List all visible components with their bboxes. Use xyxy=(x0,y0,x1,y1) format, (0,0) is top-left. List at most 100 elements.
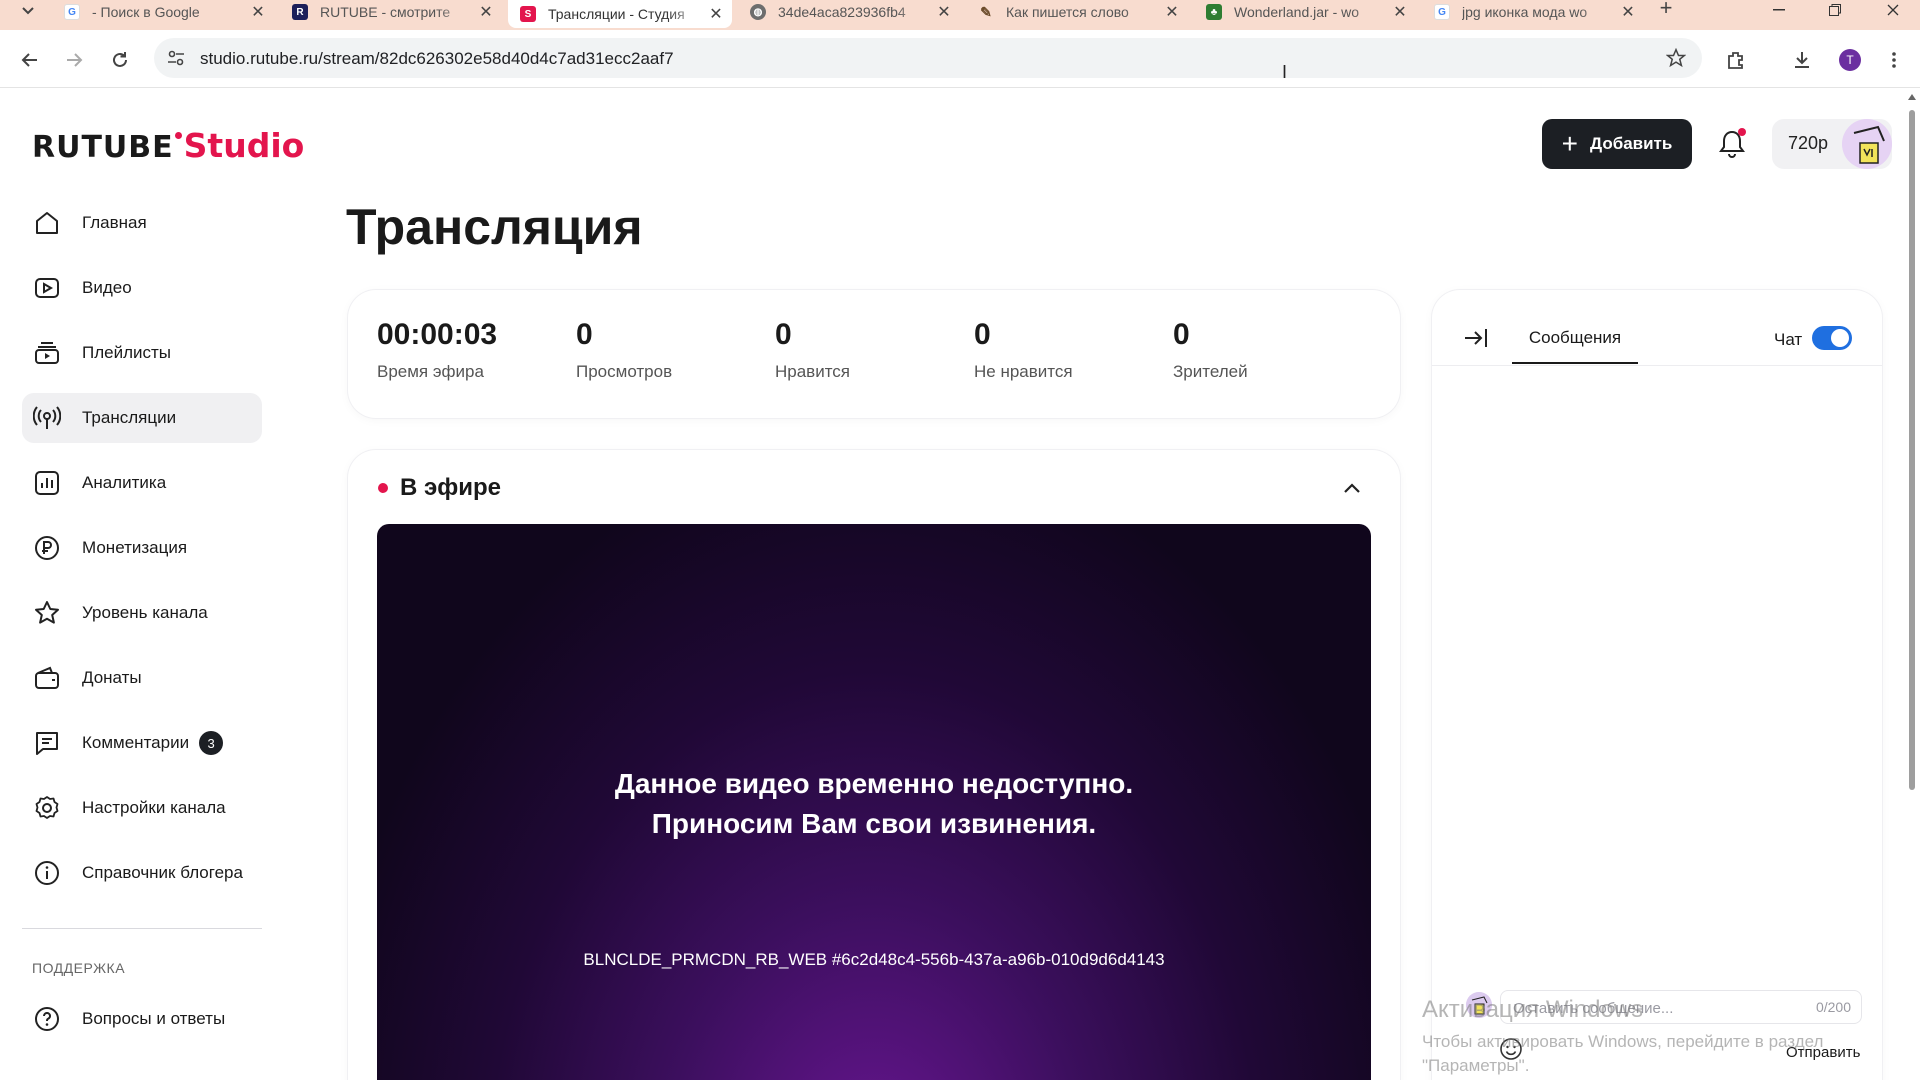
browser-tab-label: RUTUBE - смотрите xyxy=(320,4,451,20)
close-icon[interactable]: ✕ xyxy=(248,2,268,22)
channel-avatar[interactable] xyxy=(1842,119,1892,169)
emoji-button[interactable] xyxy=(1498,1036,1524,1062)
browser-tab-label: Как пишется слово xyxy=(1006,4,1129,20)
close-window-button[interactable] xyxy=(1870,0,1916,20)
google-icon: G xyxy=(1434,4,1450,20)
close-icon[interactable]: ✕ xyxy=(706,4,726,24)
add-button[interactable]: + Добавить xyxy=(1542,119,1692,169)
restore-window-button[interactable] xyxy=(1812,0,1858,20)
site-settings-icon[interactable] xyxy=(164,46,188,70)
extensions-icon[interactable] xyxy=(1720,44,1752,76)
browser-toolbar: studio.rutube.ru/stream/82dc626302e58d40… xyxy=(0,30,1920,88)
chat-message-field[interactable]: 0/200 xyxy=(1500,990,1862,1024)
new-tab-button[interactable]: + xyxy=(1656,0,1676,22)
close-icon[interactable]: ✕ xyxy=(476,2,496,22)
tab-messages[interactable]: Сообщения xyxy=(1512,314,1638,364)
page-scrollbar[interactable] xyxy=(1904,88,1920,1080)
logo-studio-text: Studio xyxy=(183,126,305,165)
browser-tab[interactable]: ♣ Wonderland.jar - wo ✕ xyxy=(1194,0,1416,24)
collapse-chat-icon[interactable] xyxy=(1460,322,1492,354)
send-button[interactable]: Отправить xyxy=(1786,1044,1860,1061)
chat-toggle[interactable] xyxy=(1812,326,1852,350)
pen-icon: ✎ xyxy=(980,3,992,20)
scroll-up-arrow-icon[interactable] xyxy=(1908,94,1916,100)
chat-user-avatar xyxy=(1466,992,1492,1018)
notifications-button[interactable] xyxy=(1716,126,1748,162)
sidebar-item-channel-level[interactable]: Уровень канала xyxy=(22,588,262,638)
globe-icon: ◍ xyxy=(750,4,766,20)
logo-rutube-text: RUTUBE xyxy=(32,130,182,165)
profile-avatar: T xyxy=(1839,49,1861,71)
close-icon[interactable]: ✕ xyxy=(1390,2,1410,22)
browser-tab[interactable]: ✎ Как пишется слово ✕ xyxy=(966,0,1188,24)
stat-viewers: 0 Зрителей xyxy=(1173,318,1248,382)
scrollbar-thumb[interactable] xyxy=(1909,110,1915,790)
forward-button[interactable] xyxy=(58,44,90,76)
browser-tab[interactable]: G - Поиск в Google ✕ xyxy=(52,0,274,24)
browser-tab[interactable]: G jpg иконка мода wo ✕ xyxy=(1422,0,1644,24)
browser-tab-label: Wonderland.jar - wo xyxy=(1234,4,1360,20)
comment-icon xyxy=(32,728,62,758)
page-title: Трансляция xyxy=(346,199,643,255)
live-title: В эфире xyxy=(400,474,502,501)
browser-tab-label: Трансляции - Студия xyxy=(548,6,685,22)
gear-icon xyxy=(32,793,62,823)
restore-icon xyxy=(1829,4,1841,16)
browser-tab[interactable]: R RUTUBE - смотрите ✕ xyxy=(280,0,502,24)
close-icon[interactable]: ✕ xyxy=(1162,2,1182,22)
sidebar-item-home[interactable]: Главная xyxy=(22,198,262,248)
browser-tab-label: 34de4aca823936fb4 xyxy=(778,4,906,20)
stat-views: 0 Просмотров xyxy=(576,318,672,382)
sidebar-item-comments[interactable]: Комментарии 3 xyxy=(22,718,262,768)
chat-toggle-label: Чат xyxy=(1774,330,1803,349)
stream-stats-card: 00:00:03 Время эфира 0 Просмотров 0 Нрав… xyxy=(348,290,1400,418)
close-icon xyxy=(1887,4,1899,16)
account-menu[interactable]: 720p xyxy=(1772,119,1892,169)
download-icon[interactable] xyxy=(1786,44,1818,76)
sidebar-item-playlists[interactable]: Плейлисты xyxy=(22,328,262,378)
sidebar-item-blogger-guide[interactable]: Справочник блогера xyxy=(22,848,262,898)
browser-tab-bar: G - Поиск в Google ✕ R RUTUBE - смотрите… xyxy=(0,0,1920,30)
sidebar-item-video[interactable]: Видео xyxy=(22,263,262,313)
chat-message-input[interactable] xyxy=(1513,997,1783,1019)
sidebar-item-label: Справочник блогера xyxy=(82,863,243,882)
home-icon xyxy=(32,208,62,238)
sidebar-item-label: Вопросы и ответы xyxy=(82,1009,226,1028)
stat-value: 0 xyxy=(974,318,991,351)
browser-tab[interactable]: ◍ 34de4aca823936fb4 ✕ xyxy=(738,0,960,24)
sidebar-item-channel-settings[interactable]: Настройки канала xyxy=(22,783,262,833)
playlist-icon xyxy=(32,338,62,368)
sidebar-item-label: Настройки канала xyxy=(82,798,226,817)
minimize-window-button[interactable] xyxy=(1756,0,1802,20)
tab-search-button[interactable] xyxy=(8,0,48,22)
stat-value: 00:00:03 xyxy=(377,318,498,351)
bookmark-star-icon[interactable] xyxy=(1664,46,1688,70)
sidebar-item-label: Уровень канала xyxy=(82,603,208,622)
sidebar-item-faq[interactable]: Вопросы и ответы xyxy=(22,994,262,1044)
sidebar-item-monetization[interactable]: Монетизация xyxy=(22,523,262,573)
collapse-button[interactable] xyxy=(1338,474,1366,502)
support-heading: ПОДДЕРЖКА xyxy=(32,960,126,976)
browser-menu-icon[interactable] xyxy=(1878,44,1910,76)
chat-panel: Сообщения Чат 0/200 Отправить xyxy=(1432,290,1882,1080)
comments-count-badge: 3 xyxy=(199,731,224,755)
profile-button[interactable]: T xyxy=(1834,44,1866,76)
sidebar-item-label: Плейлисты xyxy=(82,343,172,362)
rutube-icon: R xyxy=(292,4,308,20)
stat-label: Зрителей xyxy=(1173,362,1248,381)
address-bar[interactable]: studio.rutube.ru/stream/82dc626302e58d40… xyxy=(154,38,1702,78)
close-icon[interactable]: ✕ xyxy=(934,2,954,22)
video-player[interactable]: Данное видео временно недоступно. Принос… xyxy=(377,524,1371,1080)
chevron-up-icon xyxy=(1344,483,1360,493)
sidebar-item-broadcasts[interactable]: Трансляции xyxy=(22,393,262,443)
sidebar-item-analytics[interactable]: Аналитика xyxy=(22,458,262,508)
close-icon[interactable]: ✕ xyxy=(1618,2,1638,22)
back-button[interactable] xyxy=(14,44,46,76)
url-text[interactable]: studio.rutube.ru/stream/82dc626302e58d40… xyxy=(200,49,674,69)
reload-button[interactable] xyxy=(104,44,136,76)
rutube-studio-logo[interactable]: RUTUBE Studio xyxy=(32,126,304,166)
sidebar-item-label: Видео xyxy=(82,278,132,297)
browser-tab-active[interactable]: S Трансляции - Студия ✕ xyxy=(508,0,732,28)
sidebar-item-donations[interactable]: Донаты xyxy=(22,653,262,703)
sidebar-item-label: Монетизация xyxy=(82,538,188,557)
